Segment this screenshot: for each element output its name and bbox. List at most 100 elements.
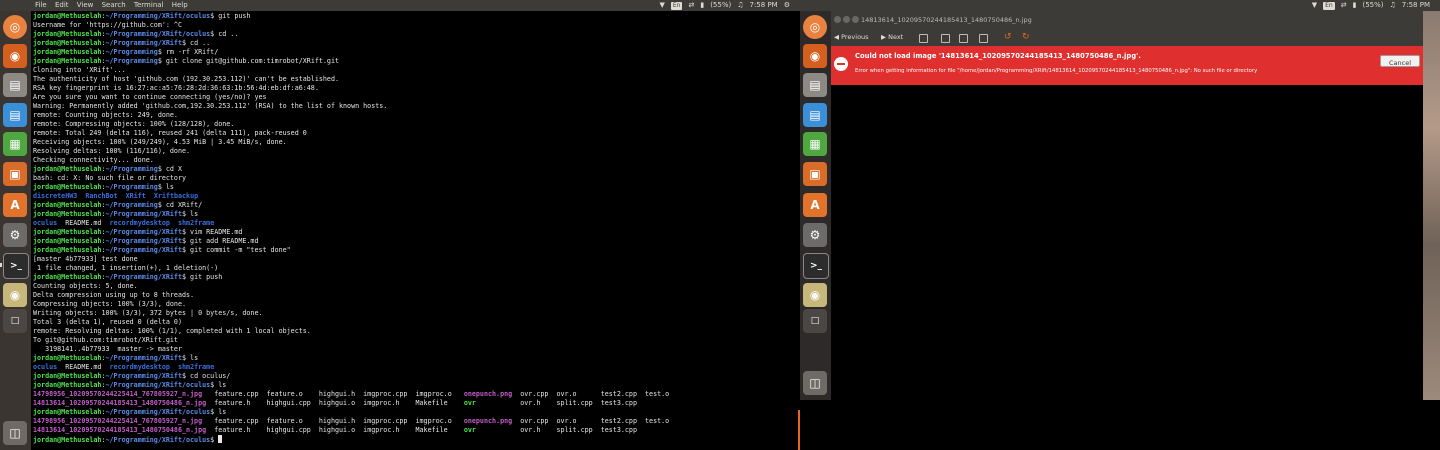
battery-percent[interactable]: (55%)	[710, 0, 731, 11]
maximize-icon[interactable]	[852, 16, 859, 23]
minimize-icon[interactable]	[843, 16, 850, 23]
previous-button[interactable]: ◀ Previous	[834, 29, 869, 46]
files-icon[interactable]: ▤	[3, 73, 27, 97]
terminal-text: ~/Programming/XRift	[105, 246, 182, 254]
zoom-fit-icon[interactable]	[979, 34, 988, 43]
terminal-text: Compressing objects: 100% (3/3), done.	[33, 300, 186, 308]
terminal-text: jordan@Methuselah	[33, 12, 102, 20]
terminal-icon[interactable]: >_	[3, 253, 29, 279]
menu-edit[interactable]: Edit	[55, 1, 69, 9]
terminal-text: ~/Programming	[105, 48, 158, 56]
battery-percent[interactable]: (55%)	[1362, 0, 1383, 11]
trash-icon[interactable]: ◫	[803, 371, 827, 395]
terminal-text: $ git push	[210, 12, 251, 20]
firefox-icon[interactable]: ◉	[803, 44, 827, 68]
workspace-icon[interactable]: □	[803, 309, 827, 333]
menu-view[interactable]: View	[77, 1, 94, 9]
terminal-text: ~/Programming	[105, 165, 158, 173]
zoom-normal-icon[interactable]	[959, 34, 968, 43]
volume-icon[interactable]: ♫	[737, 0, 743, 11]
workspace-icon[interactable]: □	[3, 309, 27, 333]
menu-file[interactable]: File	[35, 1, 47, 9]
network-icon[interactable]: ▼	[659, 0, 664, 11]
ubuntu-dash-icon[interactable]: ◎	[3, 15, 27, 39]
ubuntu-dash-icon[interactable]: ◎	[803, 15, 827, 39]
terminal-line: oculus README.md recordmydesktop shm2fra…	[33, 363, 669, 372]
keyboard-indicator[interactable]: En	[1323, 1, 1335, 10]
software-center-icon[interactable]: A	[3, 193, 27, 217]
software-center-icon[interactable]: A	[803, 193, 827, 217]
settings-icon[interactable]: ⚙	[803, 223, 827, 247]
terminal-text: remote: Counting objects: 249, done.	[33, 111, 178, 119]
terminal-line: Are you sure you want to continue connec…	[33, 93, 669, 102]
cancel-button[interactable]: Cancel	[1380, 55, 1420, 67]
zoom-in-icon[interactable]	[919, 34, 928, 43]
terminal-text: RSA key fingerprint is 16:27:ac:a5:76:28…	[33, 84, 319, 92]
terminal-text: $ ls	[181, 354, 199, 362]
terminal-text: README.md	[57, 363, 110, 371]
running-indicator	[0, 263, 2, 267]
terminal-text: jordan@Methuselah	[33, 436, 102, 444]
terminal-line: remote: Counting objects: 249, done.	[33, 111, 669, 120]
next-button[interactable]: ▶ Next	[881, 29, 903, 46]
terminal-icon[interactable]: >_	[803, 253, 829, 279]
menu-search[interactable]: Search	[102, 1, 126, 9]
writer-icon[interactable]: ▤	[803, 103, 827, 127]
terminal-text: [master 4b77933] test done	[33, 255, 138, 263]
battery-icon[interactable]: ▮	[700, 0, 704, 11]
error-title: Could not load image '14813614_102095702…	[855, 52, 1141, 60]
rotate-right-icon[interactable]: ↻	[1022, 29, 1030, 46]
terminal-text: $ ls	[210, 381, 227, 389]
terminal-text: ~/Programming/XRift/oculus	[105, 436, 211, 444]
terminal-line: jordan@Methuselah:~/Programming/XRift$ v…	[33, 228, 669, 237]
battery-icon[interactable]: ▮	[1353, 0, 1357, 11]
next-label: Next	[888, 33, 904, 41]
menu-help[interactable]: Help	[172, 1, 188, 9]
image-viewer-icon[interactable]: ◉	[3, 283, 27, 307]
terminal-line: jordan@Methuselah:~/Programming/XRift$ c…	[33, 372, 669, 381]
impress-icon[interactable]: ▣	[3, 162, 27, 186]
files-icon[interactable]: ▤	[803, 73, 827, 97]
bluetooth-icon[interactable]: ⇄	[688, 0, 694, 11]
terminal-text: ovr.cpp ovr.o test2.cpp test.o	[512, 417, 670, 425]
terminal-text: $ cd oculus/	[181, 372, 231, 380]
terminal-text: jordan@Methuselah	[33, 246, 102, 254]
terminal-line: RSA key fingerprint is 16:27:ac:a5:76:28…	[33, 84, 669, 93]
impress-icon[interactable]: ▣	[803, 162, 827, 186]
terminal-text: ~/Programming/XRift	[105, 237, 182, 245]
gear-icon[interactable]: ⚙	[784, 0, 790, 11]
zoom-out-icon[interactable]	[941, 34, 950, 43]
terminal-window[interactable]: jordan@Methuselah:~/Programming/XRift/oc…	[31, 11, 800, 450]
settings-icon[interactable]: ⚙	[3, 223, 27, 247]
terminal-line: Writing objects: 100% (3/3), 372 bytes |…	[33, 309, 669, 318]
terminal-line: 14798956_10209570244225414_767805927_n.j…	[33, 390, 669, 399]
indicator-area-right: ▼ En ⇄ ▮ (55%) ♫ 7:58 PM	[1312, 0, 1430, 11]
firefox-icon[interactable]: ◉	[3, 44, 27, 68]
terminal-text: onepunch.png	[463, 390, 513, 398]
terminal-text: XRift	[125, 192, 146, 200]
network-icon[interactable]: ▼	[1312, 0, 1317, 11]
calc-icon[interactable]: ▦	[3, 132, 27, 156]
terminal-text: jordan@Methuselah	[33, 201, 102, 209]
bluetooth-icon[interactable]: ⇄	[1341, 0, 1347, 11]
image-viewer-icon[interactable]: ◉	[803, 283, 827, 307]
close-icon[interactable]	[834, 16, 841, 23]
terminal-text: $ git push	[181, 273, 223, 281]
volume-icon[interactable]: ♫	[1390, 0, 1396, 11]
keyboard-indicator[interactable]: En	[670, 1, 683, 10]
terminal-text: feature.h highgui.cpp highgui.o imgproc.…	[206, 399, 464, 407]
clock[interactable]: 7:58 PM	[1402, 0, 1430, 11]
menu-terminal[interactable]: Terminal	[134, 1, 164, 9]
calc-icon[interactable]: ▦	[803, 132, 827, 156]
writer-icon[interactable]: ▤	[3, 103, 27, 127]
terminal-text: Delta compression using up to 8 threads.	[33, 291, 195, 299]
terminal-text: README.md	[57, 219, 110, 227]
terminal-text: jordan@Methuselah	[33, 183, 102, 191]
terminal-text: jordan@Methuselah	[33, 354, 102, 362]
terminal-line: Total 3 (delta 1), reused 0 (delta 0)	[33, 318, 669, 327]
terminal-text: jordan@Methuselah	[33, 228, 102, 236]
rotate-left-icon[interactable]: ↺	[1004, 29, 1012, 46]
clock[interactable]: 7:58 PM	[750, 0, 778, 11]
trash-icon[interactable]: ◫	[3, 421, 27, 445]
